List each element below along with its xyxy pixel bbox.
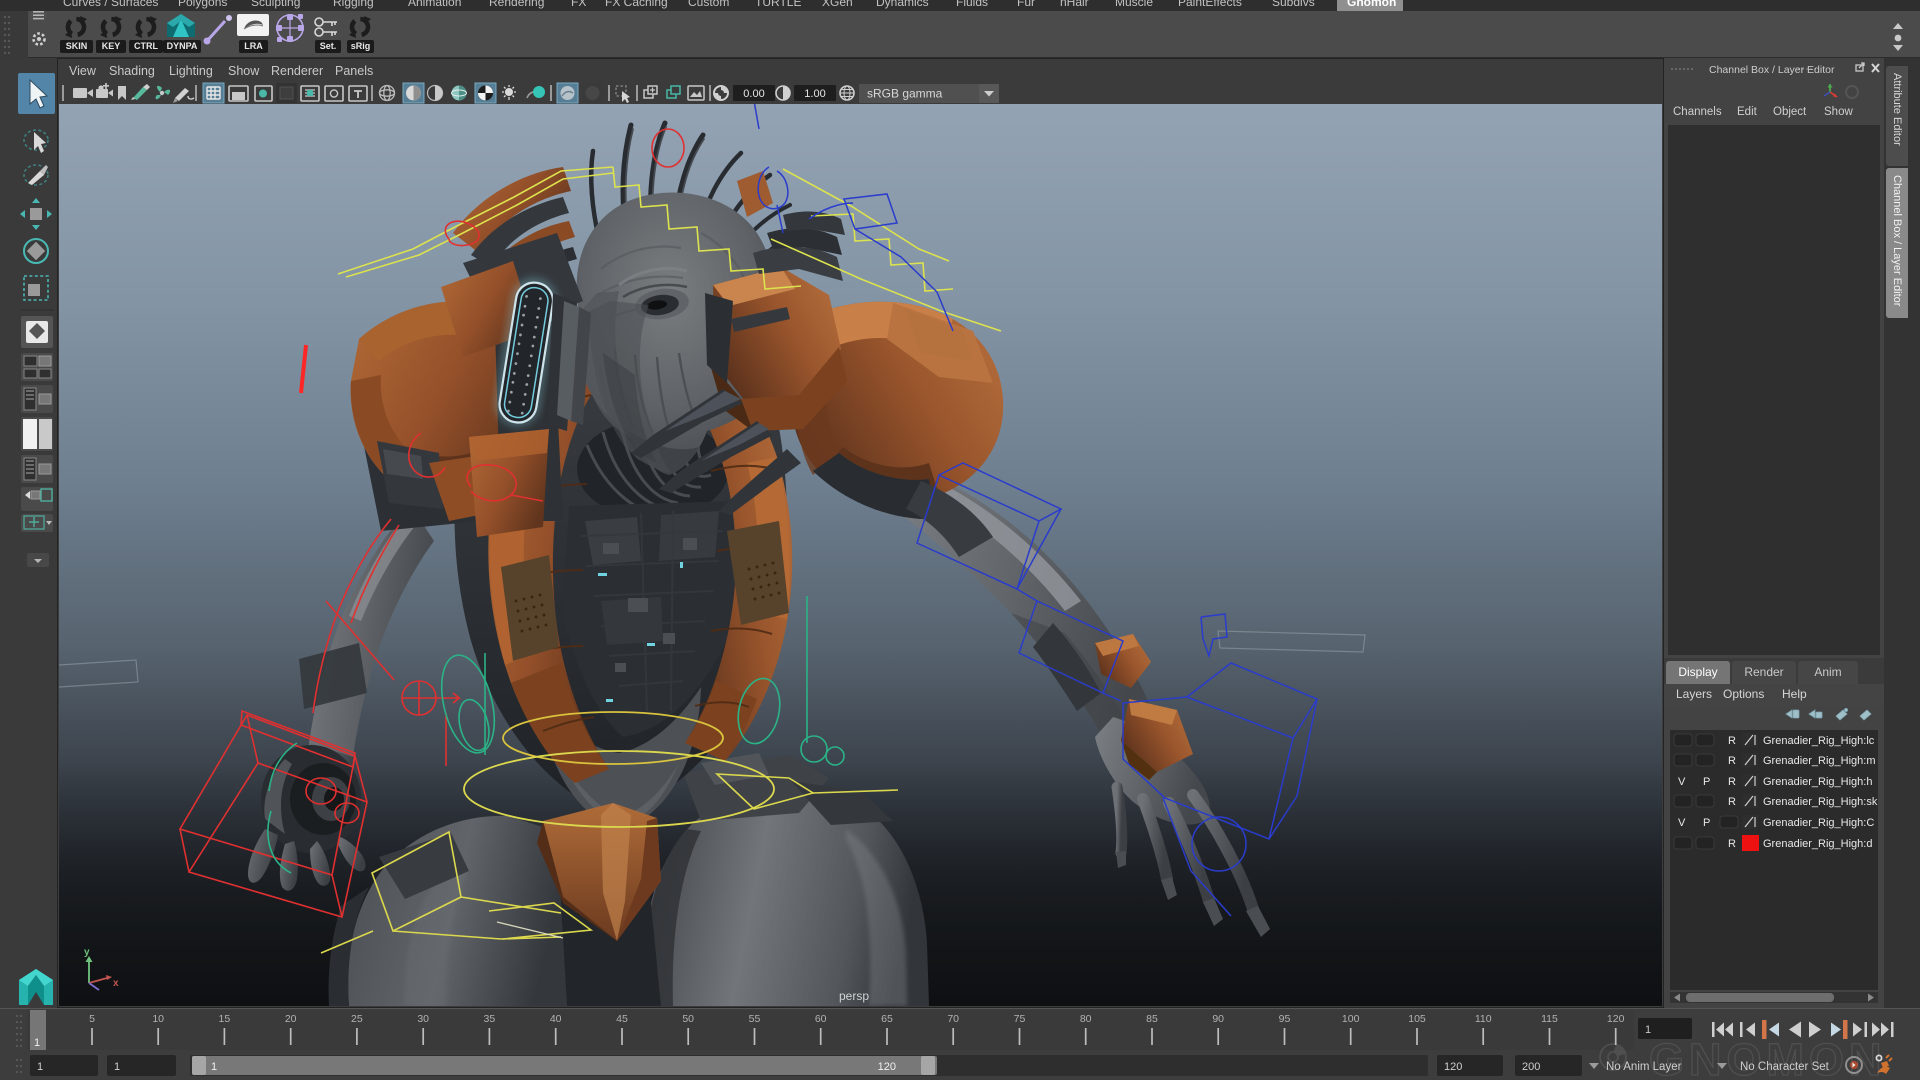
svg-text:45: 45: [616, 1013, 628, 1025]
svg-text:1: 1: [37, 1061, 43, 1073]
svg-text:R: R: [1728, 776, 1736, 788]
svg-text:115: 115: [1541, 1013, 1558, 1025]
svg-text:y: y: [84, 947, 90, 958]
svg-text:P: P: [1703, 776, 1710, 788]
svg-text:V: V: [1678, 817, 1686, 829]
svg-text:90: 90: [1212, 1013, 1224, 1025]
svg-text:20: 20: [285, 1013, 297, 1025]
svg-text:50: 50: [682, 1013, 694, 1025]
svg-text:GNOMON: GNOMON: [1649, 1034, 1887, 1080]
svg-text:Grenadier_Rig_High:m: Grenadier_Rig_High:m: [1763, 755, 1876, 767]
svg-text:40: 40: [550, 1013, 562, 1025]
svg-text:100: 100: [1342, 1013, 1360, 1025]
svg-text:0.00: 0.00: [743, 88, 764, 100]
svg-text:120: 120: [1607, 1013, 1625, 1025]
svg-text:55: 55: [749, 1013, 761, 1025]
svg-text:120: 120: [1444, 1061, 1462, 1073]
svg-text:200: 200: [1522, 1061, 1540, 1073]
svg-text:persp: persp: [839, 989, 869, 1003]
svg-text:1: 1: [211, 1061, 217, 1073]
svg-text:30: 30: [417, 1013, 429, 1025]
svg-text:R: R: [1728, 838, 1736, 850]
svg-text:1.00: 1.00: [804, 88, 825, 100]
svg-text:105: 105: [1408, 1013, 1426, 1025]
svg-text:P: P: [1703, 817, 1710, 829]
svg-text:Grenadier_Rig_High:lc: Grenadier_Rig_High:lc: [1763, 735, 1875, 747]
svg-text:sRGB gamma: sRGB gamma: [867, 87, 943, 101]
svg-text:35: 35: [484, 1013, 496, 1025]
svg-text:R: R: [1728, 755, 1736, 767]
svg-text:75: 75: [1014, 1013, 1026, 1025]
svg-text:70: 70: [947, 1013, 959, 1025]
svg-text:65: 65: [881, 1013, 893, 1025]
svg-text:95: 95: [1279, 1013, 1291, 1025]
svg-text:V: V: [1678, 776, 1686, 788]
svg-text:110: 110: [1475, 1013, 1492, 1025]
svg-text:5: 5: [89, 1013, 95, 1025]
svg-text:x: x: [113, 978, 119, 989]
svg-text:25: 25: [351, 1013, 363, 1025]
svg-text:Grenadier_Rig_High:h: Grenadier_Rig_High:h: [1763, 776, 1872, 788]
svg-text:120: 120: [878, 1061, 896, 1073]
svg-text:Grenadier_Rig_High:C: Grenadier_Rig_High:C: [1763, 817, 1874, 829]
svg-text:R: R: [1728, 735, 1736, 747]
svg-text:1: 1: [34, 1037, 40, 1049]
svg-text:Channel Box / Layer Editor: Channel Box / Layer Editor: [1709, 64, 1835, 76]
svg-text:R: R: [1728, 796, 1736, 808]
svg-text:80: 80: [1080, 1013, 1092, 1025]
svg-text:1: 1: [114, 1061, 120, 1073]
svg-text:10: 10: [152, 1013, 164, 1025]
svg-text:15: 15: [219, 1013, 231, 1025]
svg-text:Grenadier_Rig_High:sk: Grenadier_Rig_High:sk: [1763, 796, 1878, 808]
svg-text:85: 85: [1146, 1013, 1158, 1025]
svg-text:Grenadier_Rig_High:d: Grenadier_Rig_High:d: [1763, 838, 1872, 850]
svg-text:60: 60: [815, 1013, 827, 1025]
